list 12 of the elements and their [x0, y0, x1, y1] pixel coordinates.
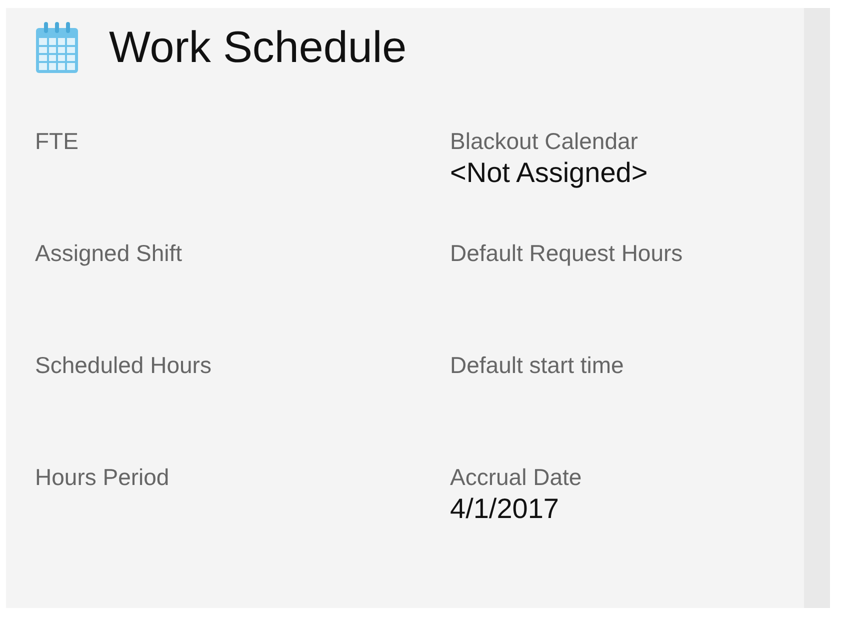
- field-label: Scheduled Hours: [35, 351, 212, 380]
- field-label: Default start time: [450, 351, 625, 380]
- field-value: <Not Assigned>: [450, 156, 649, 190]
- card-title: Work Schedule: [109, 23, 407, 73]
- field-label: Accrual Date: [450, 463, 583, 492]
- field-value: 4/1/2017: [450, 492, 560, 526]
- calendar-icon: [35, 22, 79, 74]
- field-label: Hours Period: [35, 463, 170, 492]
- field-label: Assigned Shift: [35, 239, 184, 268]
- field-label: FTE: [35, 127, 80, 156]
- field-label: Default Request Hours: [450, 239, 684, 268]
- field-label: Blackout Calendar: [450, 127, 639, 156]
